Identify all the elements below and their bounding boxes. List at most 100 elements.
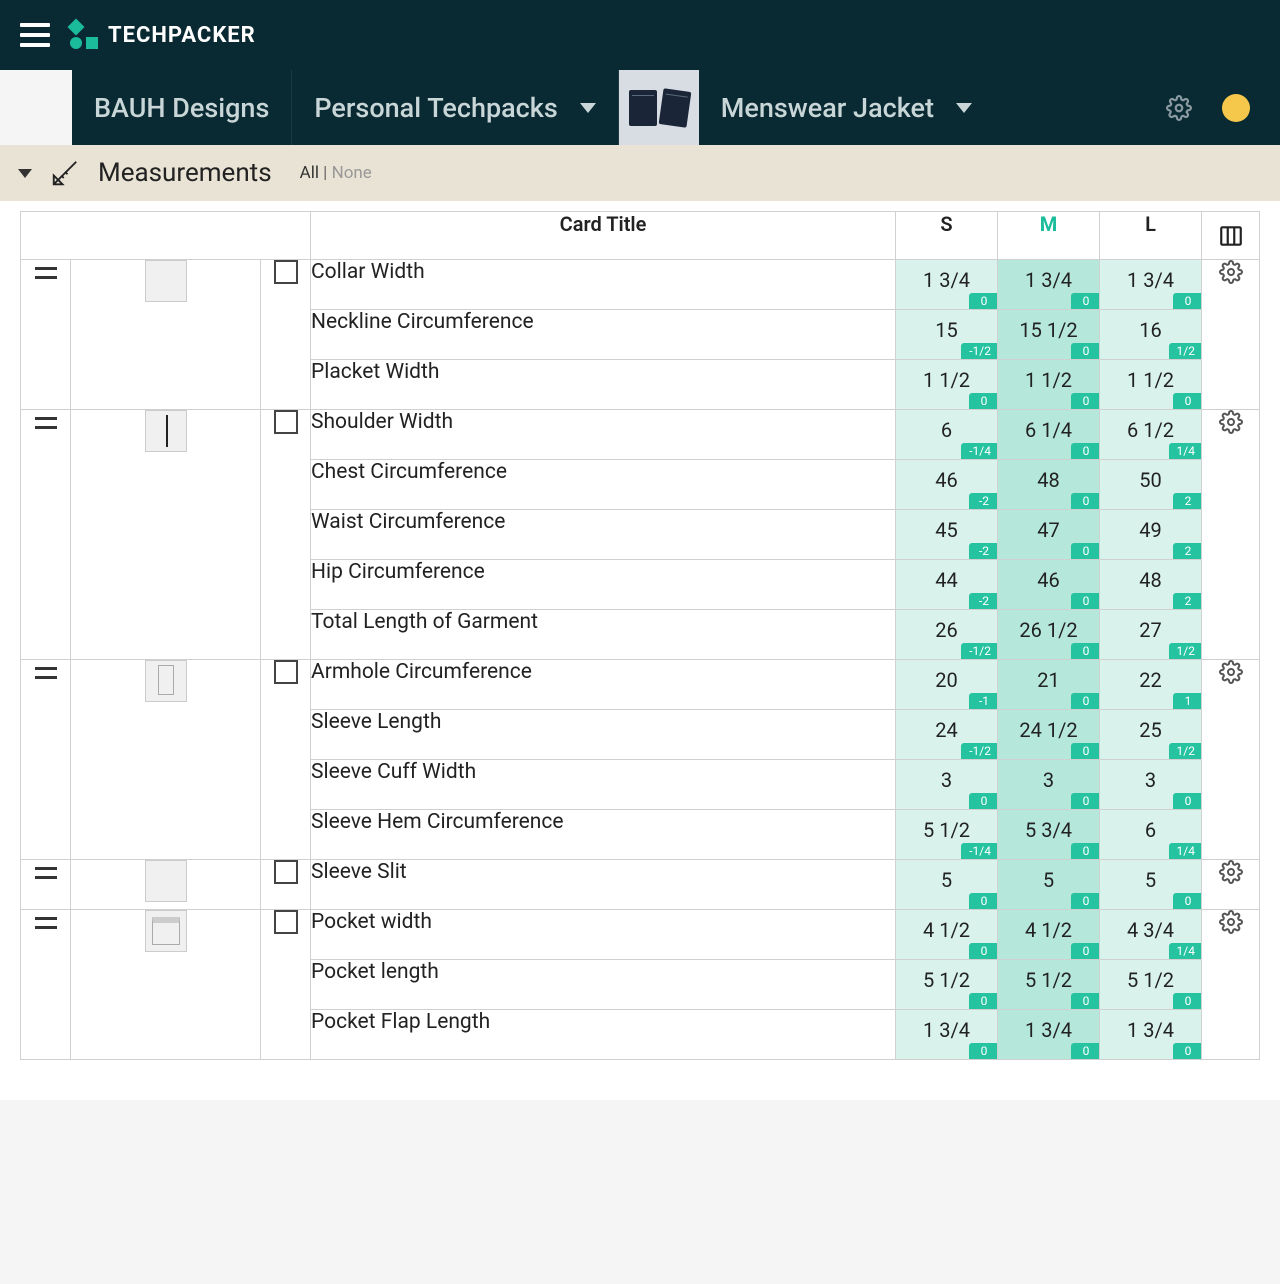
gear-icon[interactable] xyxy=(1166,95,1192,121)
size-cell[interactable]: 1 3/40 xyxy=(896,1010,998,1060)
size-cell[interactable]: 26-1/2 xyxy=(896,610,998,660)
measurement-title[interactable]: Shoulder Width xyxy=(311,410,896,460)
size-value: 6 xyxy=(896,410,997,442)
size-cell[interactable]: 221 xyxy=(1100,660,1202,710)
size-cell[interactable]: 161/2 xyxy=(1100,310,1202,360)
size-cell[interactable]: 5 3/40 xyxy=(998,810,1100,860)
row-settings[interactable] xyxy=(1202,260,1260,410)
avatar[interactable] xyxy=(1222,94,1250,122)
size-cell[interactable]: 460 xyxy=(998,560,1100,610)
size-cell[interactable]: 5 1/20 xyxy=(1100,960,1202,1010)
col-size-s[interactable]: S xyxy=(896,212,998,260)
col-size-m[interactable]: M xyxy=(998,212,1100,260)
checkbox[interactable] xyxy=(274,260,298,284)
breadcrumb-workspace[interactable]: Personal Techpacks xyxy=(292,70,618,145)
size-cell[interactable]: 1 3/40 xyxy=(1100,260,1202,310)
drag-handle-icon[interactable] xyxy=(35,867,57,879)
filter-all[interactable]: All xyxy=(300,163,319,183)
measurement-title[interactable]: Placket Width xyxy=(311,360,896,410)
columns-button[interactable] xyxy=(1202,212,1260,260)
drag-handle-icon[interactable] xyxy=(35,417,57,429)
size-cell[interactable]: 30 xyxy=(896,760,998,810)
size-cell[interactable]: 1 1/20 xyxy=(1100,360,1202,410)
measurement-title[interactable]: Sleeve Length xyxy=(311,710,896,760)
size-cell[interactable]: 4 3/41/4 xyxy=(1100,910,1202,960)
size-cell[interactable]: 50 xyxy=(896,860,998,910)
menu-icon[interactable] xyxy=(20,23,50,47)
filter-none[interactable]: None xyxy=(332,163,372,183)
size-cell[interactable]: 1 3/40 xyxy=(1100,1010,1202,1060)
size-cell[interactable]: 4 1/20 xyxy=(998,910,1100,960)
size-cell[interactable]: 24 1/20 xyxy=(998,710,1100,760)
chevron-down-icon[interactable] xyxy=(18,169,32,178)
size-cell[interactable]: 1 3/40 xyxy=(896,260,998,310)
col-size-l[interactable]: L xyxy=(1100,212,1202,260)
measurement-title[interactable]: Sleeve Slit xyxy=(311,860,896,910)
size-cell[interactable]: 45-2 xyxy=(896,510,998,560)
checkbox[interactable] xyxy=(274,910,298,934)
size-cell[interactable]: 30 xyxy=(1100,760,1202,810)
size-cell[interactable]: 50 xyxy=(1100,860,1202,910)
row-settings[interactable] xyxy=(1202,910,1260,1060)
measurement-title[interactable]: Chest Circumference xyxy=(311,460,896,510)
row-settings[interactable] xyxy=(1202,410,1260,660)
size-cell[interactable]: 46-2 xyxy=(896,460,998,510)
size-cell[interactable]: 470 xyxy=(998,510,1100,560)
size-cell[interactable]: 6 1/40 xyxy=(998,410,1100,460)
group-thumbnail[interactable] xyxy=(71,910,261,1060)
size-cell[interactable]: 480 xyxy=(998,460,1100,510)
size-cell[interactable]: 50 xyxy=(998,860,1100,910)
checkbox[interactable] xyxy=(274,860,298,884)
size-cell[interactable]: 61/4 xyxy=(1100,810,1202,860)
size-cell[interactable]: 482 xyxy=(1100,560,1202,610)
size-cell[interactable]: 6 1/21/4 xyxy=(1100,410,1202,460)
size-cell[interactable]: 4 1/20 xyxy=(896,910,998,960)
size-cell[interactable]: 271/2 xyxy=(1100,610,1202,660)
size-cell[interactable]: 15 1/20 xyxy=(998,310,1100,360)
size-cell[interactable]: 210 xyxy=(998,660,1100,710)
size-cell[interactable]: 15-1/2 xyxy=(896,310,998,360)
logo[interactable]: TECHPACKER xyxy=(70,21,256,49)
size-cell[interactable]: 30 xyxy=(998,760,1100,810)
size-cell[interactable]: 5 1/20 xyxy=(998,960,1100,1010)
measurement-title[interactable]: Pocket length xyxy=(311,960,896,1010)
size-cell[interactable]: 26 1/20 xyxy=(998,610,1100,660)
breadcrumb-project[interactable]: Menswear Jacket xyxy=(699,70,994,145)
size-cell[interactable]: 1 1/20 xyxy=(896,360,998,410)
measurement-title[interactable]: Collar Width xyxy=(311,260,896,310)
measurement-title[interactable]: Pocket Flap Length xyxy=(311,1010,896,1060)
size-cell[interactable]: 251/2 xyxy=(1100,710,1202,760)
size-cell[interactable]: 5 1/20 xyxy=(896,960,998,1010)
size-cell[interactable]: 1 1/20 xyxy=(998,360,1100,410)
size-cell[interactable]: 1 3/40 xyxy=(998,1010,1100,1060)
size-cell[interactable]: 44-2 xyxy=(896,560,998,610)
measurement-title[interactable]: Hip Circumference xyxy=(311,560,896,610)
drag-handle-icon[interactable] xyxy=(35,667,57,679)
group-thumbnail[interactable] xyxy=(71,410,261,660)
measurement-title[interactable]: Pocket width xyxy=(311,910,896,960)
checkbox[interactable] xyxy=(274,410,298,434)
measurement-title[interactable]: Total Length of Garment xyxy=(311,610,896,660)
row-settings[interactable] xyxy=(1202,860,1260,910)
measurement-title[interactable]: Armhole Circumference xyxy=(311,660,896,710)
checkbox[interactable] xyxy=(274,660,298,684)
group-thumbnail[interactable] xyxy=(71,660,261,860)
size-cell[interactable]: 492 xyxy=(1100,510,1202,560)
breadcrumb-org[interactable]: BAUH Designs xyxy=(72,70,292,145)
group-thumbnail[interactable] xyxy=(71,260,261,410)
size-cell[interactable]: 24-1/2 xyxy=(896,710,998,760)
measurement-title[interactable]: Waist Circumference xyxy=(311,510,896,560)
measurement-title[interactable]: Sleeve Cuff Width xyxy=(311,760,896,810)
size-cell[interactable]: 5 1/2-1/4 xyxy=(896,810,998,860)
row-settings[interactable] xyxy=(1202,660,1260,860)
size-cell[interactable]: 502 xyxy=(1100,460,1202,510)
group-thumbnail[interactable] xyxy=(71,860,261,910)
size-cell[interactable]: 1 3/40 xyxy=(998,260,1100,310)
size-value: 3 xyxy=(998,760,1099,792)
size-cell[interactable]: 20-1 xyxy=(896,660,998,710)
measurement-title[interactable]: Sleeve Hem Circumference xyxy=(311,810,896,860)
size-cell[interactable]: 6-1/4 xyxy=(896,410,998,460)
drag-handle-icon[interactable] xyxy=(35,267,57,279)
measurement-title[interactable]: Neckline Circumference xyxy=(311,310,896,360)
drag-handle-icon[interactable] xyxy=(35,917,57,929)
